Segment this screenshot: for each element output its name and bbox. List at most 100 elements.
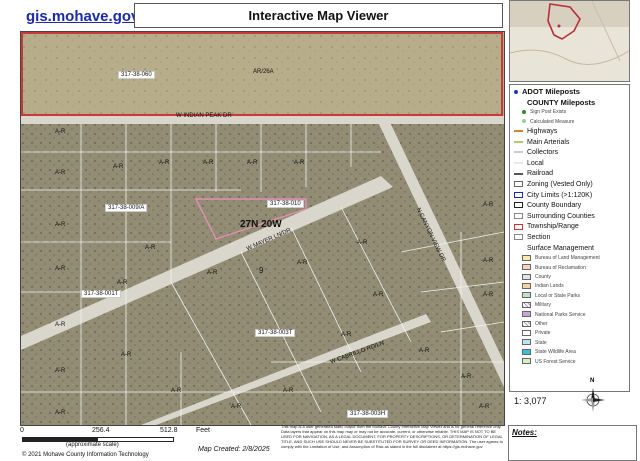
legend-swatch-icon — [522, 348, 531, 355]
legend-label: Local — [527, 159, 544, 167]
zoning-label: A-R — [171, 388, 182, 394]
zoning-label: A-R — [483, 202, 494, 208]
legend-label: Township/Range — [527, 223, 579, 231]
zoning-label: A-R — [55, 266, 66, 272]
legend-item: State Wildlife Area — [522, 348, 576, 357]
legend-item: Main Arterials — [514, 138, 569, 147]
zoning-label-ar26a: AR/26A — [253, 69, 274, 75]
zoning-label: A-R — [283, 388, 294, 394]
township-range-label: 27N 20W — [240, 219, 282, 230]
zoning-label: A-R — [207, 270, 218, 276]
legend-line-icon — [514, 151, 523, 154]
legend-label: Main Arterials — [527, 138, 570, 146]
legend-swatch-icon — [514, 223, 523, 230]
legend-label: Other — [535, 321, 548, 327]
legend-swatch-icon — [514, 181, 523, 188]
legend-line-icon — [514, 161, 523, 164]
legend-swatch-icon — [522, 301, 531, 308]
legend-swatch-icon — [522, 339, 531, 346]
page-title: Interactive Map Viewer — [248, 8, 389, 23]
legend-swatch-icon — [514, 234, 523, 241]
legend-item: Township/Range — [514, 222, 579, 231]
legend-label: Railroad — [527, 170, 554, 178]
legend-item: County — [522, 273, 551, 282]
legend-label: Section — [527, 234, 551, 241]
locator-map[interactable] — [509, 0, 630, 82]
zoning-label: A-R — [55, 322, 66, 328]
title-box: Interactive Map Viewer — [134, 3, 503, 28]
section-number: 9 — [259, 266, 264, 275]
zoning-label: A-R — [373, 292, 384, 298]
legend-item: Collectors — [514, 148, 558, 157]
legend-label: Bureau of Land Management — [535, 255, 600, 262]
legend-line-icon — [514, 172, 523, 175]
legend-label: Military — [535, 302, 551, 309]
legend-label: Zoning (Vested Only) — [527, 181, 593, 188]
legend-swatch-icon — [522, 311, 531, 318]
legend-item: Indian Lands — [522, 282, 564, 291]
legend-item: Calculated Measure — [522, 118, 574, 127]
zoning-label: A-R — [341, 332, 352, 338]
legend-swatch-icon — [522, 264, 531, 271]
legend-item: COUNTY Mileposts — [514, 98, 595, 107]
copyright: © 2021 Mohave County Information Technol… — [22, 452, 149, 458]
legend-label: Sign Post Exists — [530, 109, 567, 116]
parcel-label-003: 317-38-003T — [255, 329, 296, 337]
map-view[interactable]: 317-38-060 AR/26A W INDIAN PEAK DR 317-3… — [20, 31, 505, 426]
legend-item: County Boundary — [514, 201, 581, 210]
legend-label: COUNTY Mileposts — [527, 97, 596, 107]
legend-swatch-icon — [514, 202, 523, 209]
scale-tick-2: 512.8 — [160, 427, 178, 434]
legend-item: US Forest Service — [522, 358, 576, 367]
locator-canvas — [510, 1, 629, 81]
legend-swatch-icon — [522, 330, 531, 337]
zoning-label: A-R — [483, 292, 494, 298]
legend-item: Military — [522, 301, 551, 310]
legend-label: Calculated Measure — [530, 118, 575, 125]
scale-ratio: 1: 3,077 — [514, 396, 547, 406]
legend-label: Highways — [527, 128, 558, 135]
compass-icon — [581, 388, 605, 412]
legend-item: Bureau of Reclamation — [522, 264, 586, 273]
scale-unit: Feet — [196, 427, 211, 434]
legend-item: Sign Post Exists — [522, 108, 566, 117]
legend-item: Surrounding Counties — [514, 212, 595, 221]
zoning-label: A-R — [247, 160, 258, 166]
legend-label: City Limits (>1:120K) — [527, 191, 593, 199]
legend-item: National Parks Service — [522, 311, 586, 320]
legend-item: Highways — [514, 127, 557, 136]
legend-label: ADOT Mileposts — [522, 87, 580, 96]
legend-panel: ADOT Mileposts COUNTY Mileposts Sign Post … — [509, 84, 630, 392]
legend-label: Bureau of Reclamation — [535, 264, 586, 271]
notes-box[interactable]: Notes: — [508, 425, 637, 461]
legend-swatch-icon — [522, 283, 531, 290]
legend-dot-icon — [522, 119, 526, 124]
parcel-label-010: 317-38-010 — [267, 200, 304, 208]
legend-dot-icon — [522, 109, 526, 114]
zoning-label: A-R — [231, 404, 242, 410]
zoning-label: A-R — [461, 374, 472, 380]
legend-item: Local or State Parks — [522, 292, 580, 301]
zoning-label: A-R — [117, 280, 128, 286]
zoning-label: A-R — [145, 245, 156, 251]
disclaimer: This map is a user generated static outp… — [281, 425, 503, 449]
legend-item: Surface Management — [514, 244, 594, 253]
site-link[interactable]: gis.mohave.gov — [26, 8, 139, 25]
legend-line-icon — [514, 130, 523, 133]
north-arrow: N — [578, 378, 608, 414]
legend-item: Section — [514, 233, 550, 242]
locator-marker — [557, 24, 561, 28]
zoning-label: A-R — [203, 160, 214, 166]
zoning-label: A-R — [419, 348, 430, 354]
legend-item: City Limits (>1:120K) — [514, 191, 592, 200]
legend-item: Bureau of Land Management — [522, 254, 600, 263]
legend-swatch-icon — [522, 254, 531, 261]
legend-item: Zoning (Vested Only) — [514, 180, 593, 189]
legend-label: US Forest Service — [535, 358, 576, 365]
parcel-label-bottom: 317-38-003H — [347, 410, 389, 418]
legend-swatch-icon — [522, 320, 531, 327]
legend-swatch-icon — [522, 292, 531, 299]
zoning-label: A-R — [121, 352, 132, 358]
legend-item: Private — [522, 329, 551, 338]
north-label: N — [590, 378, 595, 384]
